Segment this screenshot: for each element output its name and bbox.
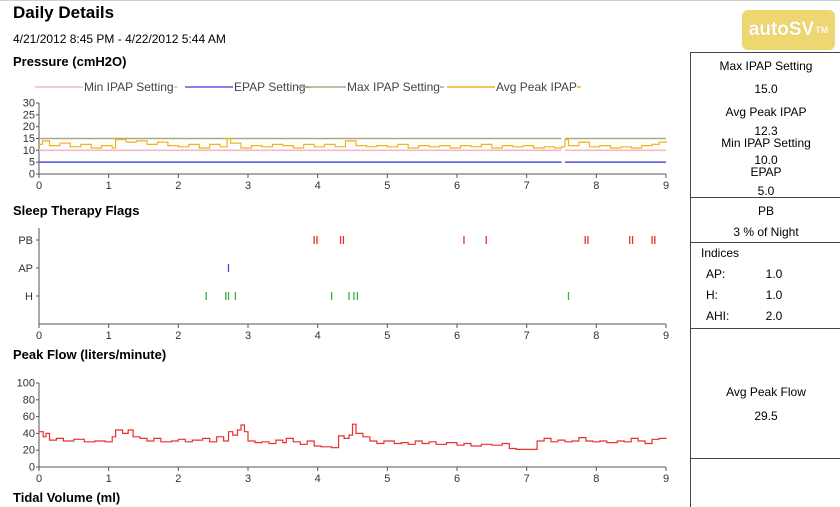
pressure-chart: 0510152025300 1 2 3 4 5 6 7 8 9 (23, 98, 669, 193)
pressure-x-tick-label: 3 (245, 180, 251, 192)
peak-flow-x-tick-label: 3 (245, 473, 251, 485)
pressure-y-tick-label: 15 (23, 133, 35, 145)
pb-value: 3 % of Night (733, 225, 799, 239)
flags-chart: PB AP H 0 1 2 3 4 5 6 7 8 9 (18, 228, 669, 342)
flags-x-tick-label: 0 (36, 330, 42, 342)
peak-flow-chart: 0 20 40 60 80 100 0 1 2 3 4 5 6 7 8 9 (17, 378, 669, 486)
legend-label-epap-setting: EPAP Setting (234, 80, 306, 94)
peak-flow-y-tick-label: 60 (23, 411, 35, 423)
pressure-x-tick-label: 0 (36, 180, 42, 192)
pressure-x-tick-label: 2 (175, 180, 181, 192)
flags-x-tick-label: 1 (106, 330, 112, 342)
pressure-summary-cell: Max IPAP Setting 15.0 Avg Peak IPAP 12.3… (691, 53, 840, 198)
peak-flow-y-tick-label: 40 (23, 428, 35, 440)
flags-x-tick-label: 3 (245, 330, 251, 342)
max-ipap-value: 15.0 (754, 82, 778, 96)
avg-peak-flow-label: Avg Peak Flow (726, 385, 806, 399)
min-ipap-label: Min IPAP Setting (721, 136, 811, 150)
avg-peak-ipap-label: Avg Peak IPAP (725, 105, 807, 119)
flags-x-tick-label: 8 (593, 330, 599, 342)
ap-index-label: AP: (706, 267, 726, 281)
peak-flow-x-tick-label: 9 (663, 473, 669, 485)
autosv-logo: autoSV TM (742, 10, 835, 50)
peak-flow-x-tick-label: 2 (175, 473, 181, 485)
flags-x-tick-label: 6 (454, 330, 460, 342)
flags-x-tick-label: 7 (524, 330, 530, 342)
peak-flow-x-tick-label: 0 (36, 473, 42, 485)
flags-category-pb: PB (18, 235, 33, 247)
flags-x-tick-label: 5 (384, 330, 390, 342)
pb-summary-cell: PB 3 % of Night (691, 198, 840, 243)
legend-label-max-ipap-setting: Max IPAP Setting (347, 80, 440, 94)
pressure-x-tick-label: 9 (663, 180, 669, 192)
pressure-y-tick-label: 0 (29, 169, 35, 181)
pressure-x-tick-label: 8 (593, 180, 599, 192)
ahi-index-label: AHI: (706, 309, 730, 323)
legend-label-avg-peak-ipap: Avg Peak IPAP (496, 80, 577, 94)
pressure-y-tick-label: 20 (23, 121, 35, 133)
pressure-legend: Min IPAP Setting EPAP Setting Max IPAP Set… (35, 80, 581, 94)
avg-peak-flow-value: 29.5 (754, 409, 778, 423)
peak-flow-y-tick-label: 0 (29, 462, 35, 474)
logo-text: autoSV (748, 19, 815, 40)
logo-trademark: TM (815, 25, 829, 35)
summary-panel: Max IPAP Setting 15.0 Avg Peak IPAP 12.3… (690, 52, 840, 507)
charts-canvas: Min IPAP Setting EPAP Setting Max IPAP Set… (17, 80, 669, 486)
pressure-x-tick-label: 1 (106, 180, 112, 192)
h-index-value: 1.0 (765, 288, 783, 302)
flags-x-tick-label: 2 (175, 330, 181, 342)
legend-label-min-ipap-setting: Min IPAP Setting (84, 80, 174, 94)
peak-flow-x-tick-label: 7 (524, 473, 530, 485)
pressure-y-tick-label: 30 (23, 98, 35, 110)
peak-flow-line (39, 423, 667, 450)
ap-index-value: 1.0 (765, 267, 783, 281)
peak-flow-x-tick-label: 4 (315, 473, 321, 485)
pressure-y-tick-label: 25 (23, 109, 35, 121)
ahi-index-value: 2.0 (765, 309, 783, 323)
flags-x-tick-label: 4 (315, 330, 321, 342)
peak-flow-x-tick-label: 5 (384, 473, 390, 485)
flags-category-h: H (25, 291, 33, 303)
flags-x-tick-label: 9 (663, 330, 669, 342)
pressure-y-tick-label: 5 (29, 157, 35, 169)
indices-cell: Indices AP: 1.0 H: 1.0 AHI: 2.0 (691, 243, 840, 329)
avg-peak-ipap-line (39, 137, 667, 149)
pressure-x-tick-label: 7 (524, 180, 530, 192)
peak-flow-y-tick-label: 20 (23, 445, 35, 457)
h-index-label: H: (706, 288, 718, 302)
peak-flow-y-tick-label: 100 (17, 378, 35, 390)
epap-value: 5.0 (757, 184, 775, 198)
peak-flow-summary-cell: Avg Peak Flow 29.5 (691, 329, 840, 459)
max-ipap-label: Max IPAP Setting (719, 59, 813, 73)
pressure-x-tick-label: 6 (454, 180, 460, 192)
peak-flow-y-tick-label: 80 (23, 394, 35, 406)
peak-flow-x-tick-label: 1 (106, 473, 112, 485)
pb-label: PB (757, 204, 774, 218)
pressure-y-tick-label: 10 (23, 145, 35, 157)
peak-flow-x-tick-label: 6 (454, 473, 460, 485)
indices-label: Indices (701, 246, 740, 260)
flags-category-ap: AP (18, 263, 33, 275)
pressure-x-tick-label: 5 (384, 180, 390, 192)
pressure-x-tick-label: 4 (315, 180, 321, 192)
epap-label: EPAP (750, 165, 782, 179)
peak-flow-x-tick-label: 8 (593, 473, 599, 485)
